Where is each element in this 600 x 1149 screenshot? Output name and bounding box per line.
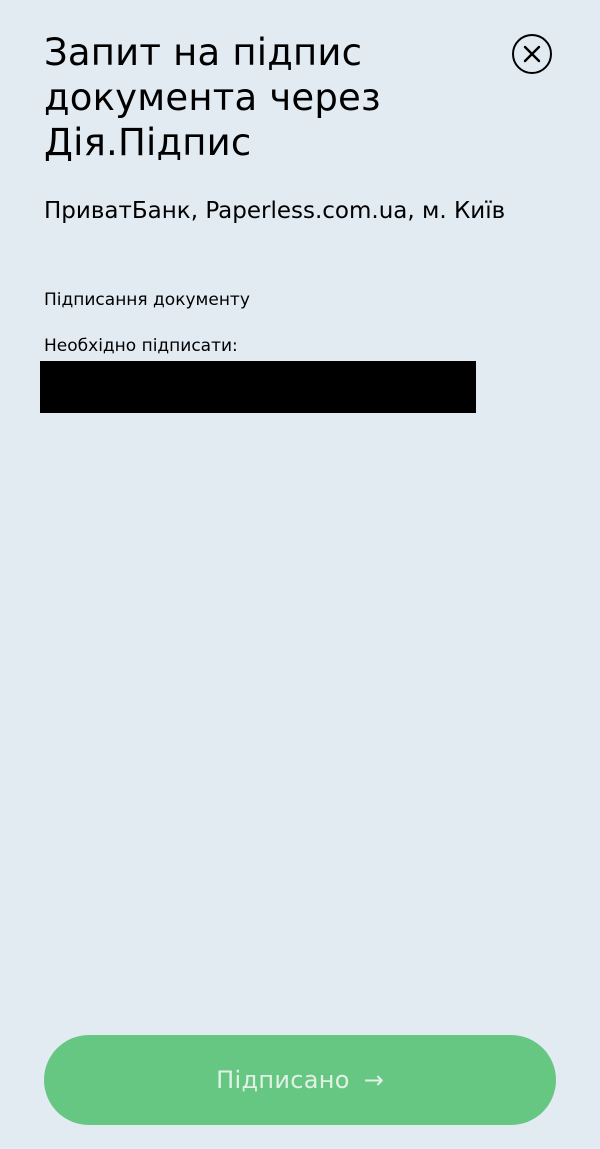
need-to-sign-label: Необхідно підписати: <box>44 336 238 356</box>
close-button[interactable] <box>512 34 552 74</box>
signed-button[interactable]: Підписано → <box>44 1035 556 1125</box>
signed-button-label: Підписано <box>216 1066 350 1094</box>
close-icon <box>523 45 541 63</box>
organization-name: ПриватБанк, Paperless.com.ua, м. Київ <box>44 198 506 224</box>
arrow-right-icon: → <box>363 1066 384 1094</box>
redacted-document-name <box>40 361 476 413</box>
document-type: Підписання документу <box>44 290 250 310</box>
signature-request-screen: Запит на підпис документа через Дія.Підп… <box>0 0 600 1149</box>
page-title: Запит на підпис документа через Дія.Підп… <box>44 31 381 164</box>
